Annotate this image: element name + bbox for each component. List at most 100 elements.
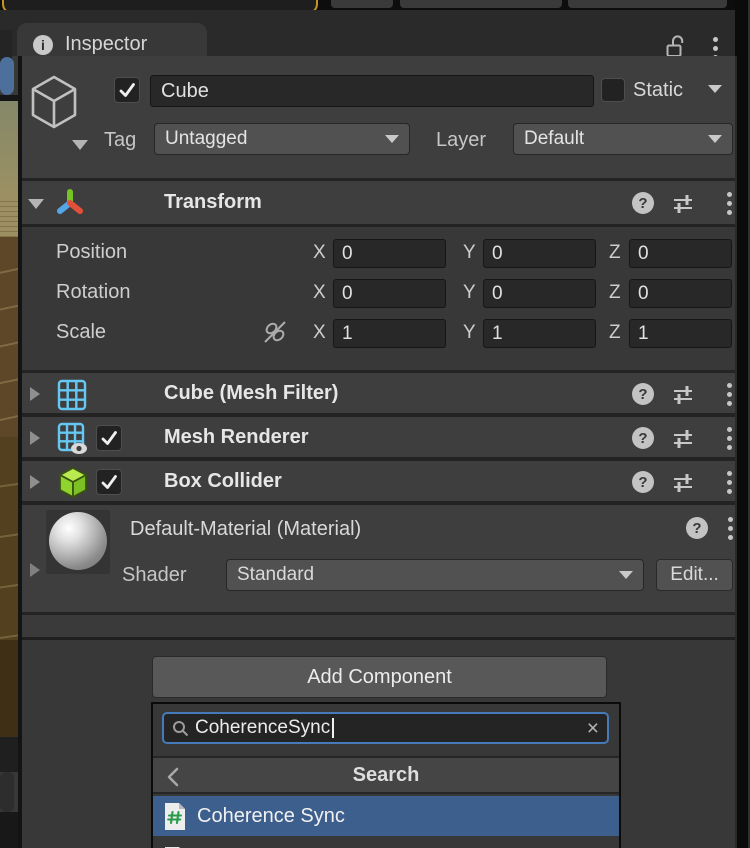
static-checkbox[interactable]	[601, 78, 625, 102]
shader-label: Shader	[122, 564, 187, 587]
value: 0	[342, 243, 353, 265]
help-icon[interactable]: ?	[632, 471, 654, 493]
rotation-x-field[interactable]: 0	[333, 279, 446, 308]
help-icon[interactable]: ?	[632, 383, 654, 405]
add-component-button[interactable]: Add Component	[152, 656, 607, 698]
transform-icon	[54, 188, 86, 218]
search-result-selected[interactable]: Coherence Sync	[153, 796, 619, 836]
edit-shader-button[interactable]: Edit...	[656, 559, 733, 591]
transform-header[interactable]: Transform ?	[22, 181, 735, 227]
scale-x-field[interactable]: 1	[333, 319, 446, 348]
unity-inspector-panel: i Inspector Cube Static Ta	[0, 0, 750, 848]
layer-dropdown[interactable]: Default	[513, 123, 733, 155]
component-menu-kebab-icon[interactable]	[726, 192, 732, 215]
static-dropdown-icon[interactable]	[708, 85, 722, 93]
scene-strip-terrain	[0, 197, 18, 237]
scene-strip-panel	[0, 772, 14, 812]
position-y-field[interactable]: 0	[483, 239, 596, 268]
scene-strip	[0, 812, 18, 848]
panel-right-border-line	[735, 56, 737, 848]
box-collider-icon	[58, 466, 88, 500]
presets-icon[interactable]	[672, 383, 694, 405]
scene-strip	[0, 737, 18, 772]
unlink-constraint-icon[interactable]	[262, 319, 288, 345]
shader-value: Standard	[237, 564, 314, 586]
inspector-footer-band	[22, 615, 735, 640]
mesh-renderer-header[interactable]: Mesh Renderer ?	[22, 417, 735, 461]
back-chevron-icon[interactable]	[165, 766, 183, 788]
toolbar-button[interactable]	[568, 0, 727, 8]
component-menu-kebab-icon[interactable]	[726, 427, 732, 450]
chevron-down-icon	[385, 135, 399, 143]
enabled-checkbox[interactable]	[96, 425, 122, 451]
tab-title: Inspector	[65, 33, 147, 56]
component-menu-kebab-icon[interactable]	[726, 471, 732, 494]
search-header-title: Search	[353, 764, 420, 787]
presets-icon[interactable]	[672, 471, 694, 493]
tag-label: Tag	[104, 129, 136, 152]
toolbar-button[interactable]	[331, 0, 393, 8]
scale-y-field[interactable]: 1	[483, 319, 596, 348]
axis-z-label: Z	[609, 282, 621, 304]
foldout-closed-icon[interactable]	[30, 475, 40, 489]
presets-icon[interactable]	[672, 427, 694, 449]
panel-left-border	[18, 56, 22, 848]
mesh-filter-header[interactable]: Cube (Mesh Filter) ?	[22, 373, 735, 417]
tag-value: Untagged	[165, 128, 247, 150]
search-results-header: Search	[153, 756, 619, 794]
name-field[interactable]: Cube	[150, 75, 594, 107]
transform-title: Transform	[164, 191, 262, 214]
search-result-partial[interactable]: Coherence Sync Config Registry	[153, 840, 619, 848]
axis-x-label: X	[313, 322, 326, 344]
box-collider-header[interactable]: Box Collider ?	[22, 461, 735, 505]
toolbar-button[interactable]	[400, 0, 562, 8]
csharp-script-icon	[163, 802, 187, 831]
scene-strip-terrain	[0, 237, 18, 437]
shader-dropdown[interactable]: Standard	[226, 559, 644, 591]
scene-strip-terrain	[0, 640, 18, 737]
value: 0	[492, 243, 503, 265]
presets-icon[interactable]	[672, 192, 694, 214]
component-menu-kebab-icon[interactable]	[726, 383, 732, 406]
active-checkbox[interactable]	[114, 77, 140, 103]
foldout-closed-icon[interactable]	[30, 431, 40, 445]
edit-label: Edit...	[670, 564, 719, 586]
mesh-filter-icon	[57, 379, 87, 411]
rotation-label: Rotation	[56, 281, 131, 304]
component-search-input[interactable]: CoherenceSync ×	[162, 712, 609, 744]
value: 1	[492, 323, 503, 345]
position-z-field[interactable]: 0	[629, 239, 732, 268]
value: 0	[492, 283, 503, 305]
transform-body: Position X 0 Y 0 Z 0 Rotation X 0 Y 0 Z …	[22, 227, 735, 373]
name-value: Cube	[161, 80, 209, 103]
position-x-field[interactable]: 0	[333, 239, 446, 268]
gameobject-icon-dropdown-icon[interactable]	[72, 140, 88, 150]
axis-y-label: Y	[463, 242, 476, 264]
add-component-label: Add Component	[307, 666, 452, 689]
help-icon[interactable]: ?	[632, 427, 654, 449]
help-icon[interactable]: ?	[686, 517, 708, 539]
axis-z-label: Z	[609, 322, 621, 344]
material-menu-kebab-icon[interactable]	[727, 517, 733, 540]
mesh-renderer-title: Mesh Renderer	[164, 426, 309, 449]
axis-x-label: X	[313, 242, 326, 264]
foldout-closed-icon[interactable]	[30, 387, 40, 401]
tag-dropdown[interactable]: Untagged	[154, 123, 410, 155]
scale-z-field[interactable]: 1	[629, 319, 732, 348]
rotation-z-field[interactable]: 0	[629, 279, 732, 308]
enabled-checkbox[interactable]	[96, 469, 122, 495]
check-icon	[99, 428, 119, 448]
foldout-open-icon[interactable]	[28, 199, 44, 209]
search-value: CoherenceSync	[195, 717, 330, 739]
material-title: Default-Material (Material)	[130, 518, 361, 541]
rotation-y-field[interactable]: 0	[483, 279, 596, 308]
clear-search-icon[interactable]: ×	[587, 718, 599, 739]
box-collider-title: Box Collider	[164, 470, 282, 493]
static-label: Static	[633, 79, 683, 102]
foldout-closed-icon[interactable]	[30, 563, 40, 577]
scene-strip-terrain	[0, 437, 18, 640]
top-toolbar	[0, 0, 750, 10]
help-icon[interactable]: ?	[632, 192, 654, 214]
gameobject-header: Cube Static Tag Untagged Layer Default	[22, 56, 735, 181]
mesh-filter-title: Cube (Mesh Filter)	[164, 382, 338, 405]
